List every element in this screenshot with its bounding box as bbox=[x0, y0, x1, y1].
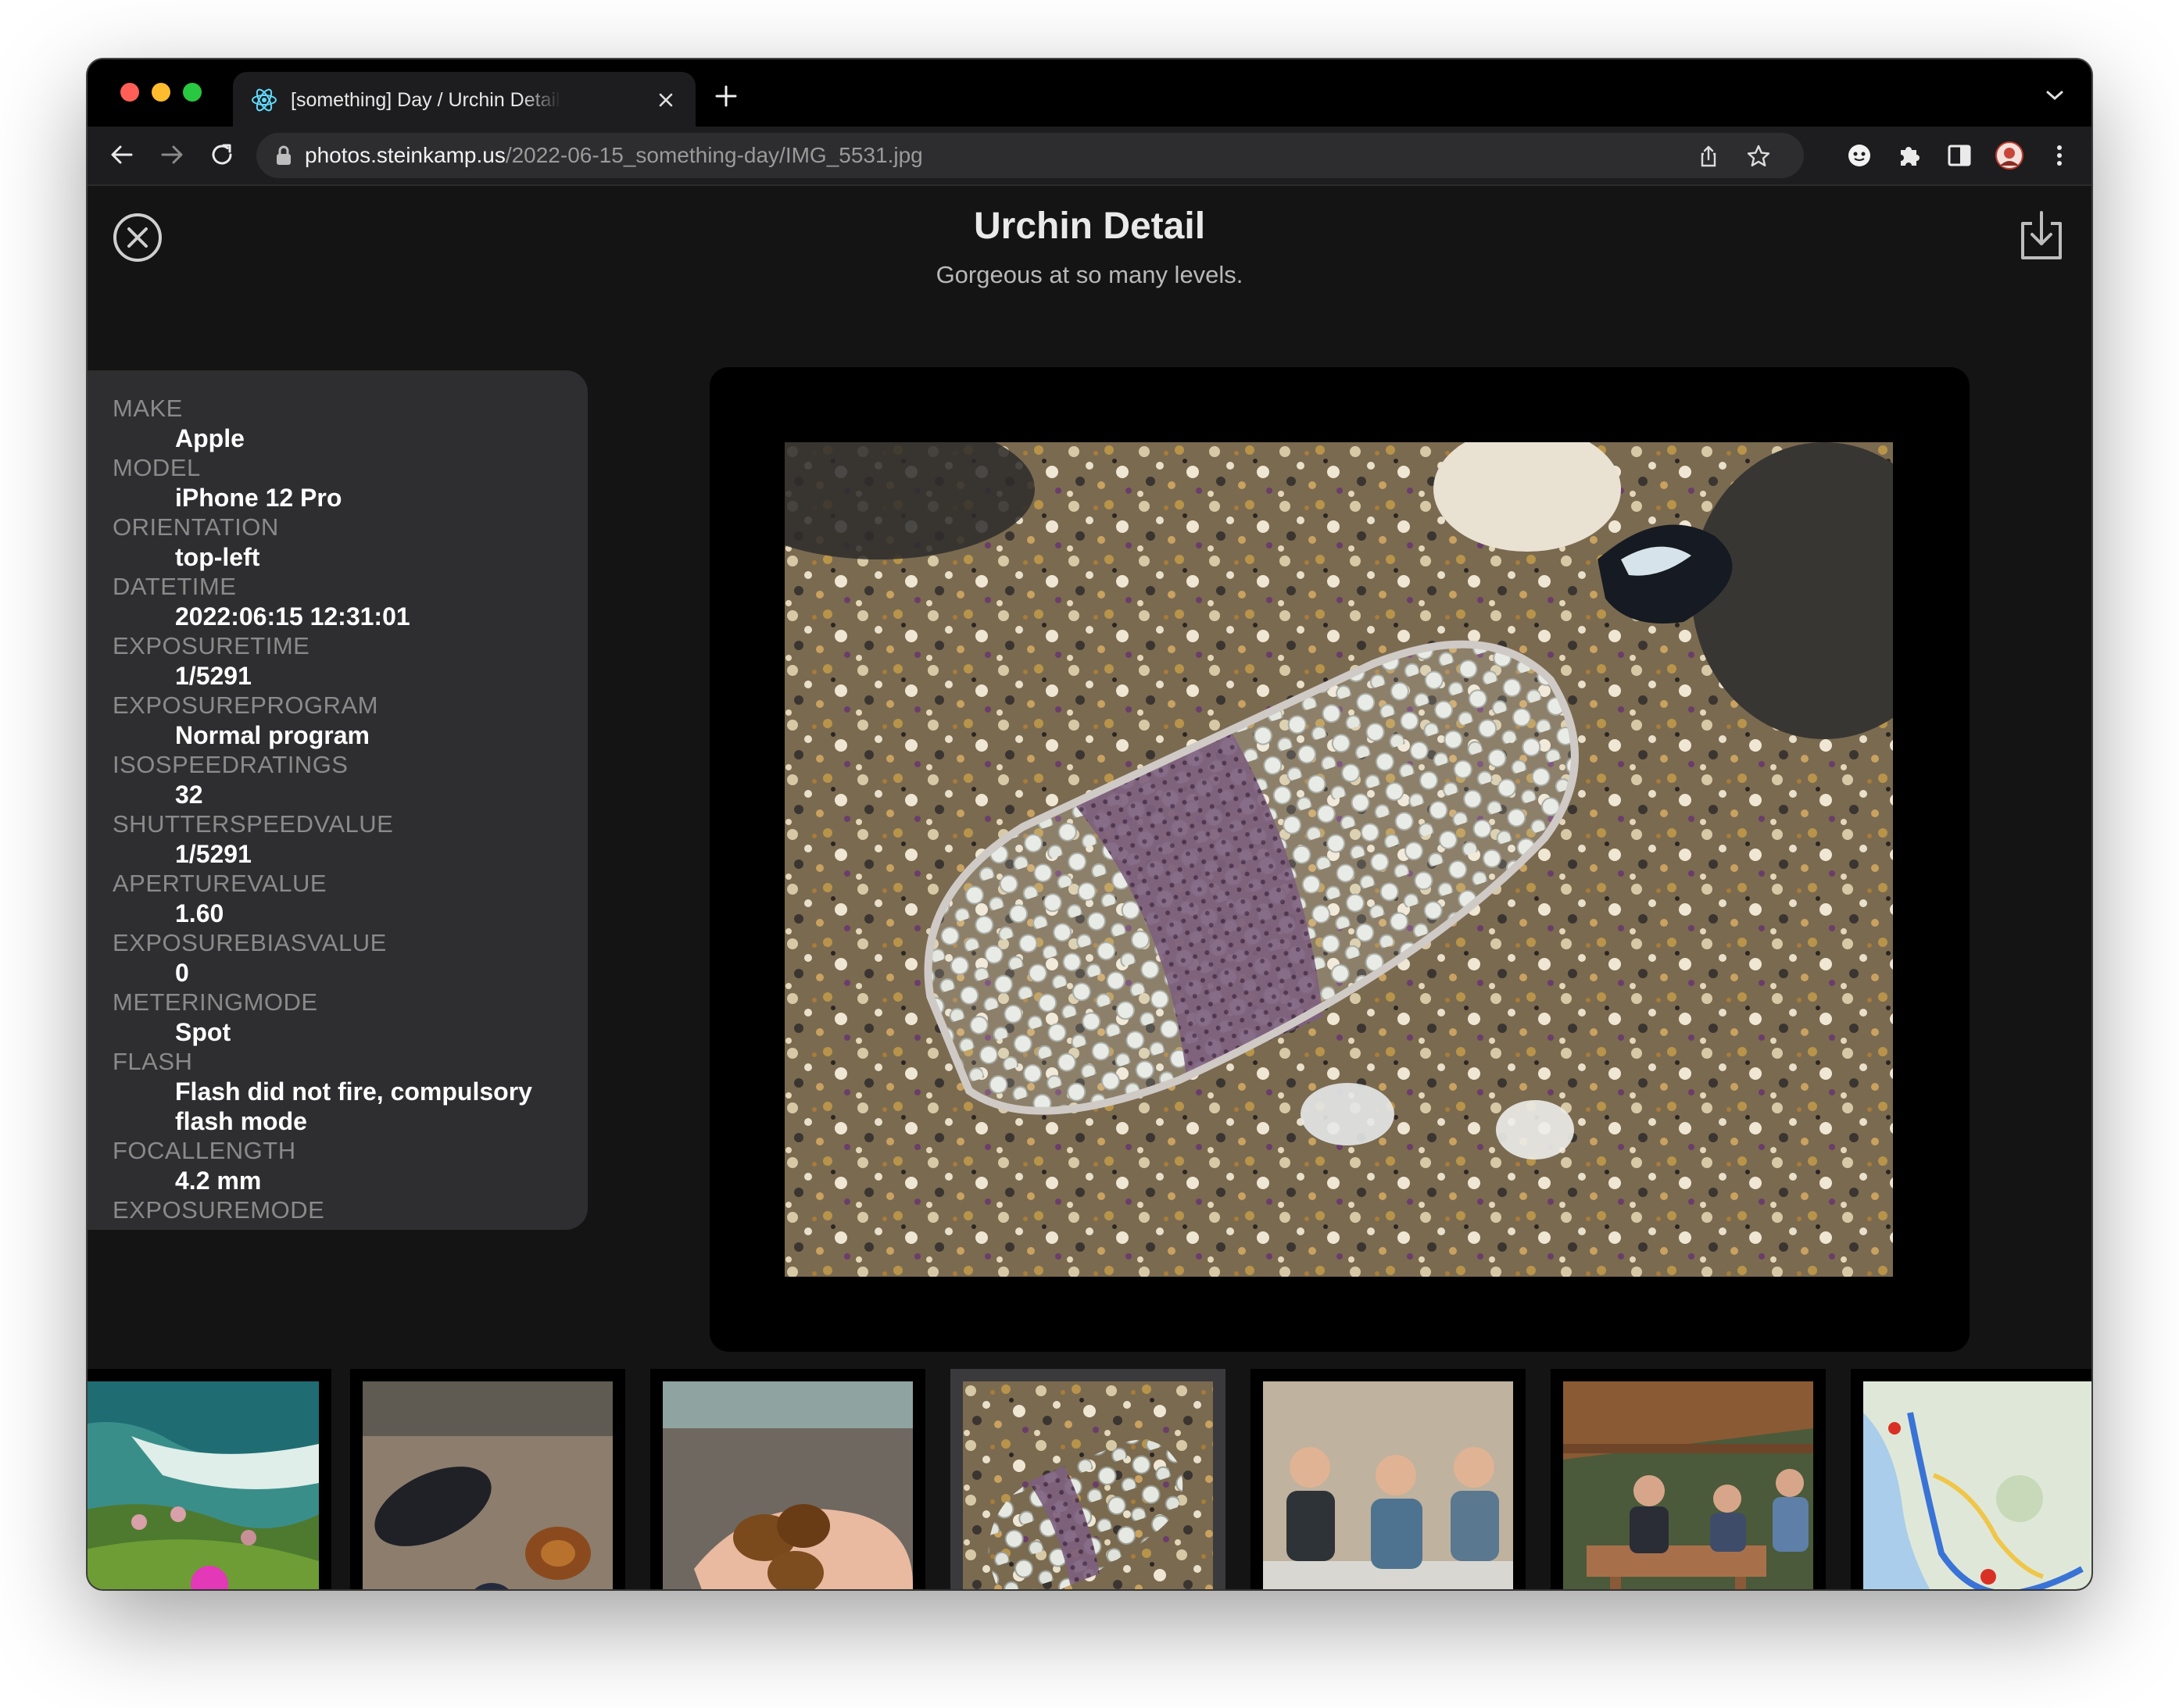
window-minimize-button[interactable] bbox=[152, 83, 170, 102]
exif-value: 1/5291 bbox=[175, 662, 252, 690]
exif-key: APERTUREVALUE bbox=[113, 870, 327, 897]
window-close-button[interactable] bbox=[120, 83, 139, 102]
exif-value: 0 bbox=[175, 959, 189, 987]
side-panel-icon[interactable] bbox=[1945, 141, 1974, 170]
exif-value: 32 bbox=[175, 781, 203, 809]
url-host: photos.steinkamp.us bbox=[305, 143, 506, 167]
tab-strip: [something] Day / Urchin Detail bbox=[88, 59, 2091, 127]
browser-window: [something] Day / Urchin Detail photos.s… bbox=[88, 59, 2091, 1589]
filmstrip-thumbnail[interactable] bbox=[88, 1369, 331, 1589]
exif-key: EXPOSUREBIASVALUE bbox=[113, 929, 387, 956]
exif-panel[interactable]: MAKE Apple MODEL iPhone 12 Pro ORIENTATION to… bbox=[88, 370, 588, 1230]
new-tab-icon[interactable] bbox=[713, 83, 739, 109]
url-text: photos.steinkamp.us/2022-06-15_something… bbox=[305, 141, 923, 170]
main-photo[interactable] bbox=[785, 442, 1893, 1277]
exif-key: METERINGMODE bbox=[113, 988, 318, 1016]
photo-page: Urchin Detail Gorgeous at so many levels… bbox=[88, 186, 2091, 1589]
filmstrip-thumbnail-active[interactable] bbox=[950, 1369, 1225, 1589]
exif-value: 2022:06:15 12:31:01 bbox=[175, 602, 410, 631]
address-bar[interactable]: photos.steinkamp.us/2022-06-15_something… bbox=[256, 133, 1804, 178]
share-icon[interactable] bbox=[1696, 144, 1721, 169]
exif-value: iPhone 12 Pro bbox=[175, 484, 342, 512]
thumbnail-image bbox=[88, 1381, 319, 1589]
exif-key: DATETIME bbox=[113, 573, 237, 600]
profile-avatar[interactable] bbox=[1995, 141, 2024, 170]
exif-key: EXPOSURETIME bbox=[113, 632, 310, 659]
thumbnail-image bbox=[963, 1381, 1213, 1589]
url-path: /2022-06-15_something-day/IMG_5531.jpg bbox=[505, 143, 923, 167]
exif-key: MAKE bbox=[113, 395, 183, 422]
download-icon[interactable] bbox=[2018, 209, 2065, 263]
thumbnail-image bbox=[1563, 1381, 1813, 1589]
thumbnail-image bbox=[363, 1381, 613, 1589]
reload-icon[interactable] bbox=[208, 141, 236, 169]
exif-key: EXPOSUREPROGRAM bbox=[113, 691, 378, 719]
filmstrip bbox=[88, 1363, 2091, 1589]
exif-key: FOCALLENGTH bbox=[113, 1137, 296, 1164]
exif-value: top-left bbox=[175, 543, 260, 571]
exif-key: SHUTTERSPEEDVALUE bbox=[113, 810, 394, 838]
thumbnail-image bbox=[1863, 1381, 2091, 1589]
browser-toolbar: photos.steinkamp.us/2022-06-15_something… bbox=[88, 127, 2091, 186]
filmstrip-thumbnail[interactable] bbox=[350, 1369, 625, 1589]
exif-value: Normal program bbox=[175, 721, 370, 749]
exif-key: ORIENTATION bbox=[113, 513, 279, 541]
exif-value: 1.60 bbox=[175, 899, 224, 927]
filmstrip-thumbnail[interactable] bbox=[1551, 1369, 1826, 1589]
filmstrip-thumbnail[interactable] bbox=[1251, 1369, 1526, 1589]
window-zoom-button[interactable] bbox=[183, 83, 202, 102]
page-title: Urchin Detail bbox=[973, 205, 1206, 247]
lock-icon[interactable] bbox=[275, 145, 292, 166]
more-menu-icon[interactable] bbox=[2045, 141, 2074, 170]
exif-key: FLASH bbox=[113, 1048, 193, 1075]
exif-key: MODEL bbox=[113, 454, 201, 481]
tab-close-icon[interactable] bbox=[655, 89, 677, 111]
filmstrip-thumbnail[interactable] bbox=[1851, 1369, 2091, 1589]
exif-list: MAKE Apple MODEL iPhone 12 Pro ORIENTATION to… bbox=[113, 394, 564, 1225]
bookmark-star-icon[interactable] bbox=[1746, 144, 1771, 169]
browser-tab[interactable]: [something] Day / Urchin Detail bbox=[233, 72, 696, 127]
forward-arrow-icon[interactable] bbox=[158, 141, 186, 169]
exif-key: EXPOSUREMODE bbox=[113, 1196, 325, 1224]
exif-key: ISOSPEEDRATINGS bbox=[113, 751, 349, 778]
page-subtitle: Gorgeous at so many levels. bbox=[936, 261, 1243, 288]
photo-viewer bbox=[710, 367, 1970, 1352]
exif-value: Spot bbox=[175, 1018, 231, 1046]
extension-face-icon[interactable] bbox=[1844, 141, 1874, 170]
tab-search-chevron-icon[interactable] bbox=[2045, 88, 2065, 103]
exif-value: Apple bbox=[175, 424, 245, 452]
thumbnail-image bbox=[663, 1381, 913, 1589]
thumbnail-image bbox=[1263, 1381, 1513, 1589]
react-atom-icon bbox=[252, 88, 277, 112]
extensions-puzzle-icon[interactable] bbox=[1895, 141, 1924, 170]
filmstrip-thumbnail[interactable] bbox=[650, 1369, 925, 1589]
exif-value: Flash did not fire, compulsory flash mod… bbox=[175, 1077, 532, 1135]
exif-value: 4.2 mm bbox=[175, 1167, 262, 1195]
exif-value: 1/5291 bbox=[175, 840, 252, 868]
tab-title: [something] Day / Urchin Detail bbox=[291, 89, 560, 111]
back-arrow-icon[interactable] bbox=[108, 141, 136, 169]
